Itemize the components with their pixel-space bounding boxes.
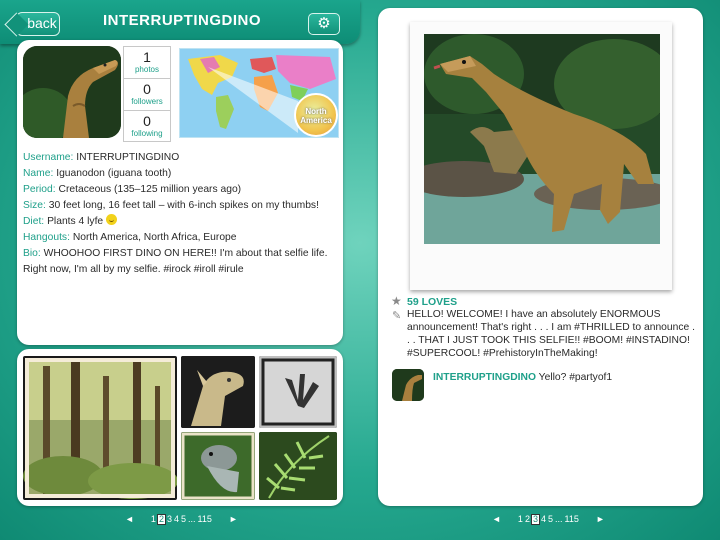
diet-label: Diet: — [23, 216, 45, 227]
selfie-polaroid[interactable] — [410, 22, 672, 290]
size-value: 30 feet long, 16 feet tall – with 6-inch… — [48, 200, 319, 211]
period-value: Cretaceous (135–125 million years ago) — [58, 184, 242, 195]
selfie-photo — [424, 34, 660, 244]
username-label: Username: — [23, 152, 74, 163]
username-row: Username: INTERRUPTINGDINO — [23, 150, 341, 166]
page-title: INTERRUPTINGDINO — [103, 12, 261, 29]
post-card: ★ 59 LOVES ✎ HELLO! WELCOME! I have an a… — [378, 8, 703, 506]
profile-details: Username: INTERRUPTINGDINO Name: Iguanod… — [23, 150, 341, 278]
gallery-dino-head-photo[interactable] — [181, 356, 255, 428]
prev-page-icon[interactable]: ◄ — [125, 514, 134, 524]
hangouts-row: Hangouts: North America, North Africa, E… — [23, 230, 341, 246]
comment-text: Yello? #partyof1 — [538, 372, 613, 383]
gallery-footprint-photo[interactable] — [259, 356, 337, 428]
smile-emoji-icon — [106, 214, 118, 225]
stat-followers-label: followers — [131, 97, 163, 106]
gallery-forest-photo[interactable] — [23, 356, 177, 500]
page-link[interactable]: 2 — [524, 514, 531, 524]
current-page[interactable]: 2 — [156, 513, 166, 525]
period-label: Period: — [23, 184, 56, 195]
page-link[interactable]: 115 — [564, 514, 580, 524]
bio-value: WHOOHOO FIRST DINO ON HERE!! I'm about t… — [23, 248, 328, 275]
page-link[interactable]: 4 — [173, 514, 180, 524]
bio-row: Bio: WHOOHOO FIRST DINO ON HERE!! I'm ab… — [23, 246, 341, 278]
diet-value: Plants 4 lyfe — [47, 216, 104, 227]
map-region-badge: North America — [294, 93, 338, 137]
page-link[interactable]: 5 — [547, 514, 554, 524]
gear-icon: ⚙ — [317, 15, 331, 32]
post-caption: HELLO! WELCOME! I have an absolutely ENO… — [407, 309, 695, 359]
stat-followers-count: 0 — [143, 81, 151, 97]
bio-label: Bio: — [23, 248, 41, 259]
gallery-fern-photo[interactable] — [259, 432, 337, 500]
prev-page-icon[interactable]: ◄ — [492, 514, 501, 524]
stat-photos[interactable]: 1 photos — [124, 47, 170, 79]
pager-right: ◄ 1 2 3 4 5 ... 115 ► — [492, 512, 605, 526]
stat-following[interactable]: 0 following — [124, 111, 170, 143]
name-label: Name: — [23, 168, 54, 179]
page-link[interactable]: 4 — [540, 514, 547, 524]
hangouts-value: North America, North Africa, Europe — [72, 232, 237, 243]
hangouts-label: Hangouts: — [23, 232, 70, 243]
page-ellipsis: ... — [555, 514, 563, 524]
pager-left: ◄ 1 2 3 4 5 ... 115 ► — [125, 512, 238, 526]
stat-photos-count: 1 — [143, 49, 151, 65]
world-map: North America — [179, 48, 339, 138]
page-ellipsis: ... — [188, 514, 196, 524]
gallery-dino-closeup-photo[interactable] — [181, 432, 255, 500]
size-row: Size: 30 feet long, 16 feet tall – with … — [23, 198, 341, 214]
photo-gallery — [17, 349, 343, 506]
period-row: Period: Cretaceous (135–125 million year… — [23, 182, 341, 198]
back-button[interactable]: back — [16, 12, 60, 36]
current-page[interactable]: 3 — [530, 513, 540, 525]
size-label: Size: — [23, 200, 46, 211]
next-page-icon[interactable]: ► — [229, 514, 238, 524]
comment: INTERRUPTINGDINO Yello? #partyof1 — [433, 372, 612, 383]
page-link[interactable]: 5 — [180, 514, 187, 524]
name-value: Iguanodon (iguana tooth) — [56, 168, 172, 179]
profile-card: 1 photos 0 followers 0 following North A… — [17, 40, 343, 345]
app-header: back INTERRUPTINGDINO ⚙ — [0, 0, 360, 44]
username-value: INTERRUPTINGDINO — [76, 152, 180, 163]
settings-button[interactable]: ⚙ — [308, 13, 340, 35]
page-link[interactable]: 115 — [197, 514, 213, 524]
page-link[interactable]: 1 — [150, 514, 157, 524]
comment-username[interactable]: INTERRUPTINGDINO — [433, 372, 536, 383]
pencil-icon: ✎ — [392, 310, 402, 322]
page-link[interactable]: 1 — [517, 514, 524, 524]
diet-row: Diet: Plants 4 lyfe — [23, 214, 341, 230]
star-icon[interactable]: ★ — [391, 294, 402, 308]
profile-avatar[interactable] — [23, 46, 121, 138]
name-row: Name: Iguanodon (iguana tooth) — [23, 166, 341, 182]
comment-avatar[interactable] — [392, 369, 424, 401]
page-link[interactable]: 3 — [166, 514, 173, 524]
loves-count[interactable]: 59 LOVES — [407, 296, 457, 308]
next-page-icon[interactable]: ► — [596, 514, 605, 524]
stat-photos-label: photos — [134, 65, 160, 74]
stat-following-count: 0 — [143, 113, 151, 129]
stat-following-label: following — [131, 129, 163, 138]
stat-followers[interactable]: 0 followers — [124, 79, 170, 111]
profile-stats: 1 photos 0 followers 0 following — [123, 46, 171, 142]
